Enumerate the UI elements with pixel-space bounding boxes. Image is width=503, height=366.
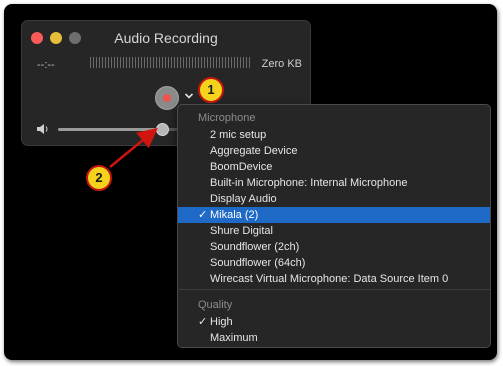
menu-item-label: Shure Digital <box>210 225 273 237</box>
menu-item-mic[interactable]: Soundflower (64ch) <box>178 255 490 271</box>
menu-separator <box>179 289 490 290</box>
menu-item-mic[interactable]: Built-in Microphone: Internal Microphone <box>178 175 490 191</box>
menu-header-microphone: Microphone <box>198 112 256 124</box>
record-dot-icon <box>163 94 171 102</box>
menu-item-label: Mikala (2) <box>210 209 259 221</box>
menu-item-mic-selected[interactable]: ✓ Mikala (2) <box>178 207 490 223</box>
menu-item-label: Soundflower (64ch) <box>210 257 306 269</box>
menu-item-mic[interactable]: Wirecast Virtual Microphone: Data Source… <box>178 271 490 287</box>
menu-item-label: 2 mic setup <box>210 129 267 141</box>
menu-header-quality: Quality <box>198 299 233 311</box>
menu-item-mic[interactable]: Shure Digital <box>178 223 490 239</box>
recording-time: --:-- <box>37 59 55 71</box>
volume-slider-track[interactable] <box>58 128 163 131</box>
menu-item-mic[interactable]: 2 mic setup <box>178 127 490 143</box>
checkmark-icon: ✓ <box>198 209 208 221</box>
checkmark-icon: ✓ <box>198 316 208 328</box>
input-options-menu: Microphone 2 mic setup Aggregate Device … <box>177 104 491 348</box>
menu-item-label: Built-in Microphone: Internal Microphone <box>210 177 408 189</box>
menu-item-mic[interactable]: BoomDevice <box>178 159 490 175</box>
speaker-icon <box>37 124 48 134</box>
menu-item-quality-high[interactable]: ✓ High <box>178 314 490 330</box>
menu-item-label: Maximum <box>210 332 258 344</box>
menu-item-mic[interactable]: Soundflower (2ch) <box>178 239 490 255</box>
menu-item-label: High <box>210 316 233 328</box>
menu-item-label: Soundflower (2ch) <box>210 241 300 253</box>
volume-slider-thumb[interactable] <box>156 123 169 136</box>
callout-badge-1: 1 <box>198 77 224 103</box>
audio-level-meter <box>90 57 250 68</box>
menu-item-quality-maximum[interactable]: Maximum <box>178 330 490 346</box>
menu-item-label: Aggregate Device <box>210 145 298 157</box>
menu-item-label: BoomDevice <box>210 161 273 173</box>
menu-item-mic[interactable]: Display Audio <box>178 191 490 207</box>
screenshot-frame: Audio Recording --:-- Zero KB Microphone… <box>4 4 497 360</box>
window-title: Audio Recording <box>114 30 218 46</box>
menu-item-label: Wirecast Virtual Microphone: Data Source… <box>210 273 449 285</box>
menu-item-mic[interactable]: Aggregate Device <box>178 143 490 159</box>
menu-item-label: Display Audio <box>210 193 277 205</box>
file-size: Zero KB <box>261 58 302 70</box>
chevron-down-icon[interactable] <box>184 91 194 101</box>
callout-badge-2: 2 <box>86 165 112 191</box>
record-button[interactable] <box>155 86 179 110</box>
